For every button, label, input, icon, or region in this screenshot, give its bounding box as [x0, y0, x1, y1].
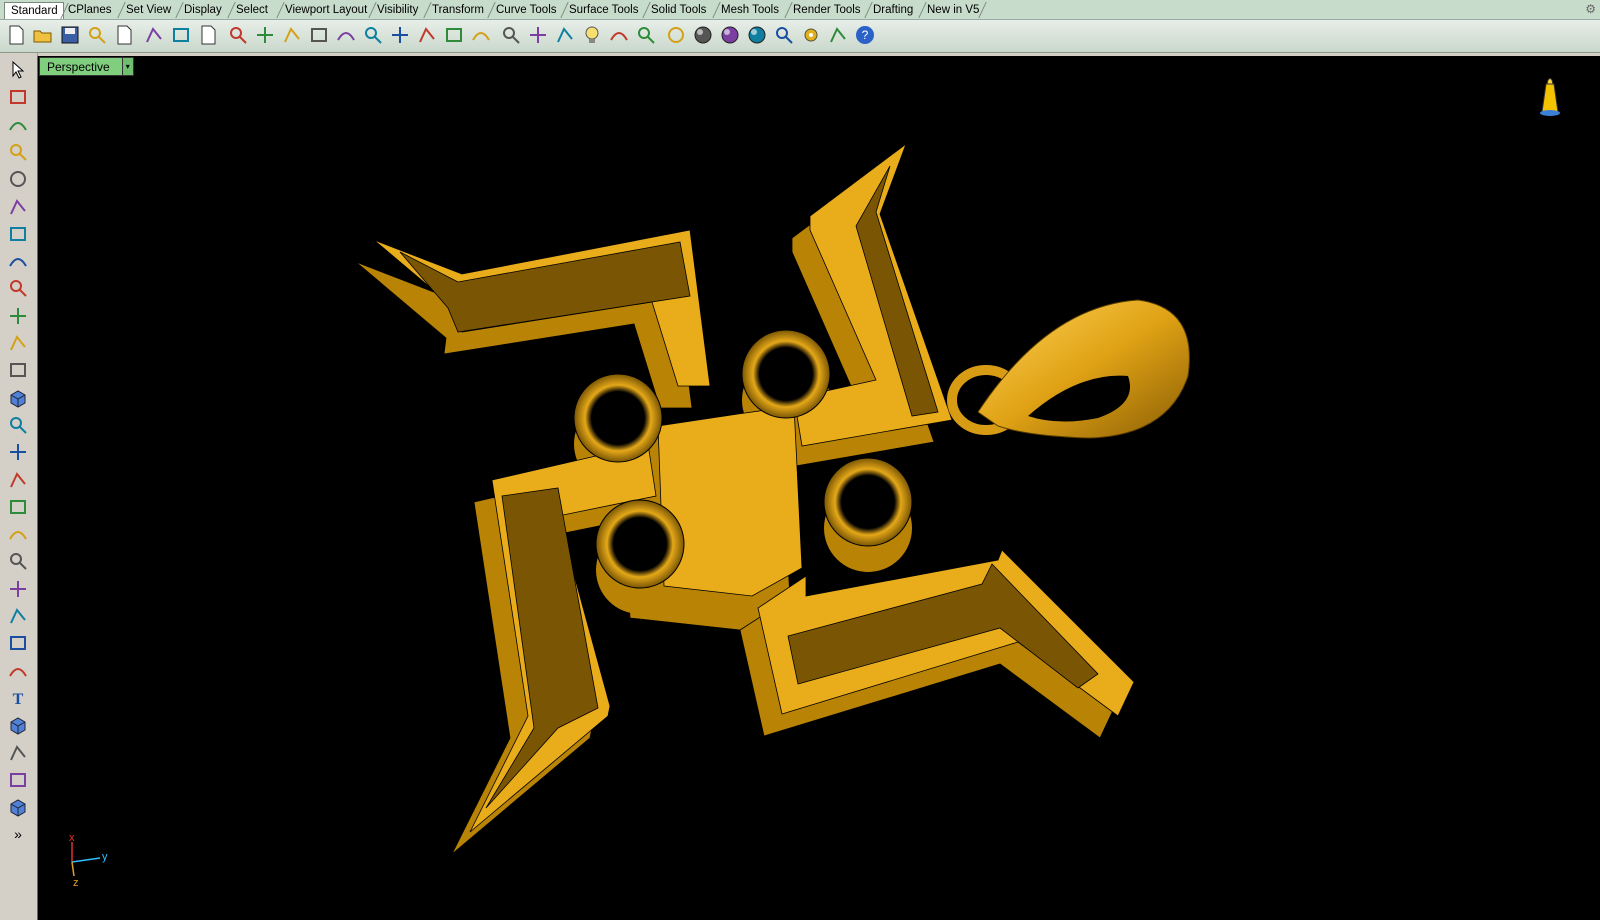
flag-icon[interactable] — [772, 23, 796, 47]
render-sphere-icon[interactable] — [745, 23, 769, 47]
zoom-selected-icon[interactable] — [388, 23, 412, 47]
arc-icon[interactable] — [4, 222, 32, 246]
navigation-widget-icon[interactable] — [1537, 76, 1563, 118]
tab-render-tools[interactable]: Render Tools — [787, 2, 867, 18]
transform-icon[interactable] — [4, 495, 32, 519]
polyline-icon[interactable] — [4, 113, 32, 137]
curve-edit-icon[interactable] — [4, 631, 32, 655]
dimension-tool-icon[interactable] — [4, 549, 32, 573]
open-icon[interactable] — [31, 23, 55, 47]
copy-icon[interactable] — [169, 23, 193, 47]
select-icon[interactable] — [553, 23, 577, 47]
save-icon[interactable] — [58, 23, 82, 47]
help-icon[interactable]: ? — [853, 23, 877, 47]
dimension-icon[interactable] — [826, 23, 850, 47]
svg-text:?: ? — [862, 28, 869, 42]
tab-solid-tools[interactable]: Solid Tools — [645, 2, 715, 18]
box-icon[interactable] — [4, 386, 32, 410]
curve-icon[interactable] — [4, 140, 32, 164]
viewport-menu-arrow[interactable]: ▾ — [121, 58, 133, 75]
circle-icon[interactable] — [4, 167, 32, 191]
solid-union-icon[interactable] — [4, 413, 32, 437]
tab-display[interactable]: Display — [178, 2, 230, 18]
zoom-icon[interactable] — [307, 23, 331, 47]
show-icon[interactable] — [526, 23, 550, 47]
tab-transform[interactable]: Transform — [426, 2, 490, 18]
surface-icon[interactable] — [4, 331, 32, 355]
tab-viewport-layout[interactable]: Viewport Layout — [279, 2, 371, 18]
zoom-extents-icon[interactable] — [361, 23, 385, 47]
surface-from-curves-icon[interactable] — [4, 358, 32, 382]
viewport-title[interactable]: Perspective — [40, 60, 122, 74]
left-tool-palette: T» — [0, 53, 38, 920]
points-icon[interactable] — [4, 604, 32, 628]
tab-drafting[interactable]: Drafting — [867, 2, 921, 18]
gear-icon[interactable] — [799, 23, 823, 47]
flower-ring-3 — [595, 499, 685, 589]
polygon-icon[interactable] — [4, 276, 32, 300]
layer-icon[interactable] — [634, 23, 658, 47]
viewport-perspective[interactable]: Perspective ▾ x y z — [37, 56, 1600, 920]
toolbar-options-icon[interactable]: ⚙ — [1585, 2, 1596, 16]
svg-text:T: T — [13, 691, 24, 708]
tab-select[interactable]: Select — [230, 2, 279, 18]
block-icon[interactable] — [4, 768, 32, 792]
new-icon[interactable] — [4, 23, 28, 47]
ellipse-icon[interactable] — [4, 195, 32, 219]
move-icon[interactable] — [280, 23, 304, 47]
extrude-icon[interactable] — [4, 713, 32, 737]
fillet-curves-icon[interactable] — [4, 659, 32, 683]
model-scene[interactable] — [38, 56, 1600, 920]
rectangle-icon[interactable] — [4, 249, 32, 273]
paste-icon[interactable] — [196, 23, 220, 47]
axis-y-label: y — [102, 851, 108, 863]
point-icon[interactable] — [4, 85, 32, 109]
fillet-icon[interactable] — [4, 304, 32, 328]
center-top — [657, 405, 803, 597]
more-tools-icon[interactable]: » — [4, 822, 32, 846]
boolean-icon[interactable] — [4, 577, 32, 601]
tab-standard[interactable]: Standard — [4, 2, 64, 19]
flower-ring-4 — [823, 457, 913, 547]
tab-surface-tools[interactable]: Surface Tools — [563, 2, 645, 18]
svg-text:»: » — [14, 826, 22, 842]
tab-mesh-tools[interactable]: Mesh Tools — [715, 2, 787, 18]
cylinder-surface-icon[interactable] — [4, 440, 32, 464]
rendered-sphere-icon[interactable] — [718, 23, 742, 47]
swastika-pendant-model — [355, 142, 1190, 855]
undo-icon[interactable] — [226, 23, 250, 47]
axis-z-label: z — [73, 877, 79, 889]
pan-icon[interactable] — [253, 23, 277, 47]
lock-icon[interactable] — [607, 23, 631, 47]
tab-visibility[interactable]: Visibility — [371, 2, 426, 18]
tab-curve-tools[interactable]: Curve Tools — [490, 2, 563, 18]
four-viewports-icon[interactable] — [442, 23, 466, 47]
tab-cplanes[interactable]: CPlanes — [62, 2, 120, 18]
tab-set-view[interactable]: Set View — [120, 2, 178, 18]
print-icon[interactable] — [85, 23, 109, 47]
import-icon[interactable] — [112, 23, 136, 47]
toolbar-tab-strip: Standard CPlanes Set View Display Select View… — [0, 0, 1600, 20]
mesh-icon[interactable] — [4, 468, 32, 492]
axis-x-label: x — [69, 832, 75, 844]
flower-ring-1 — [573, 373, 663, 463]
render-icon[interactable] — [4, 795, 32, 819]
tab-new-in-v5[interactable]: New in V5 — [921, 2, 981, 18]
cut-icon[interactable] — [142, 23, 166, 47]
analyze-icon[interactable] — [4, 522, 32, 546]
arrow-select-icon[interactable] — [4, 58, 32, 82]
viewport-title-tab[interactable]: Perspective ▾ — [39, 57, 134, 76]
color-wheel-icon[interactable] — [664, 23, 688, 47]
light-icon[interactable] — [580, 23, 604, 47]
flower-ring-2 — [741, 329, 831, 419]
standard-toolbar: ? — [0, 20, 1600, 53]
group-icon[interactable] — [4, 741, 32, 765]
shaded-sphere-icon[interactable] — [691, 23, 715, 47]
text-icon[interactable]: T — [4, 686, 32, 710]
rotate-view-icon[interactable] — [415, 23, 439, 47]
car-icon[interactable] — [469, 23, 493, 47]
world-axis-indicator: x y z — [69, 832, 108, 889]
zoom-window-icon[interactable] — [334, 23, 358, 47]
hide-icon[interactable] — [499, 23, 523, 47]
